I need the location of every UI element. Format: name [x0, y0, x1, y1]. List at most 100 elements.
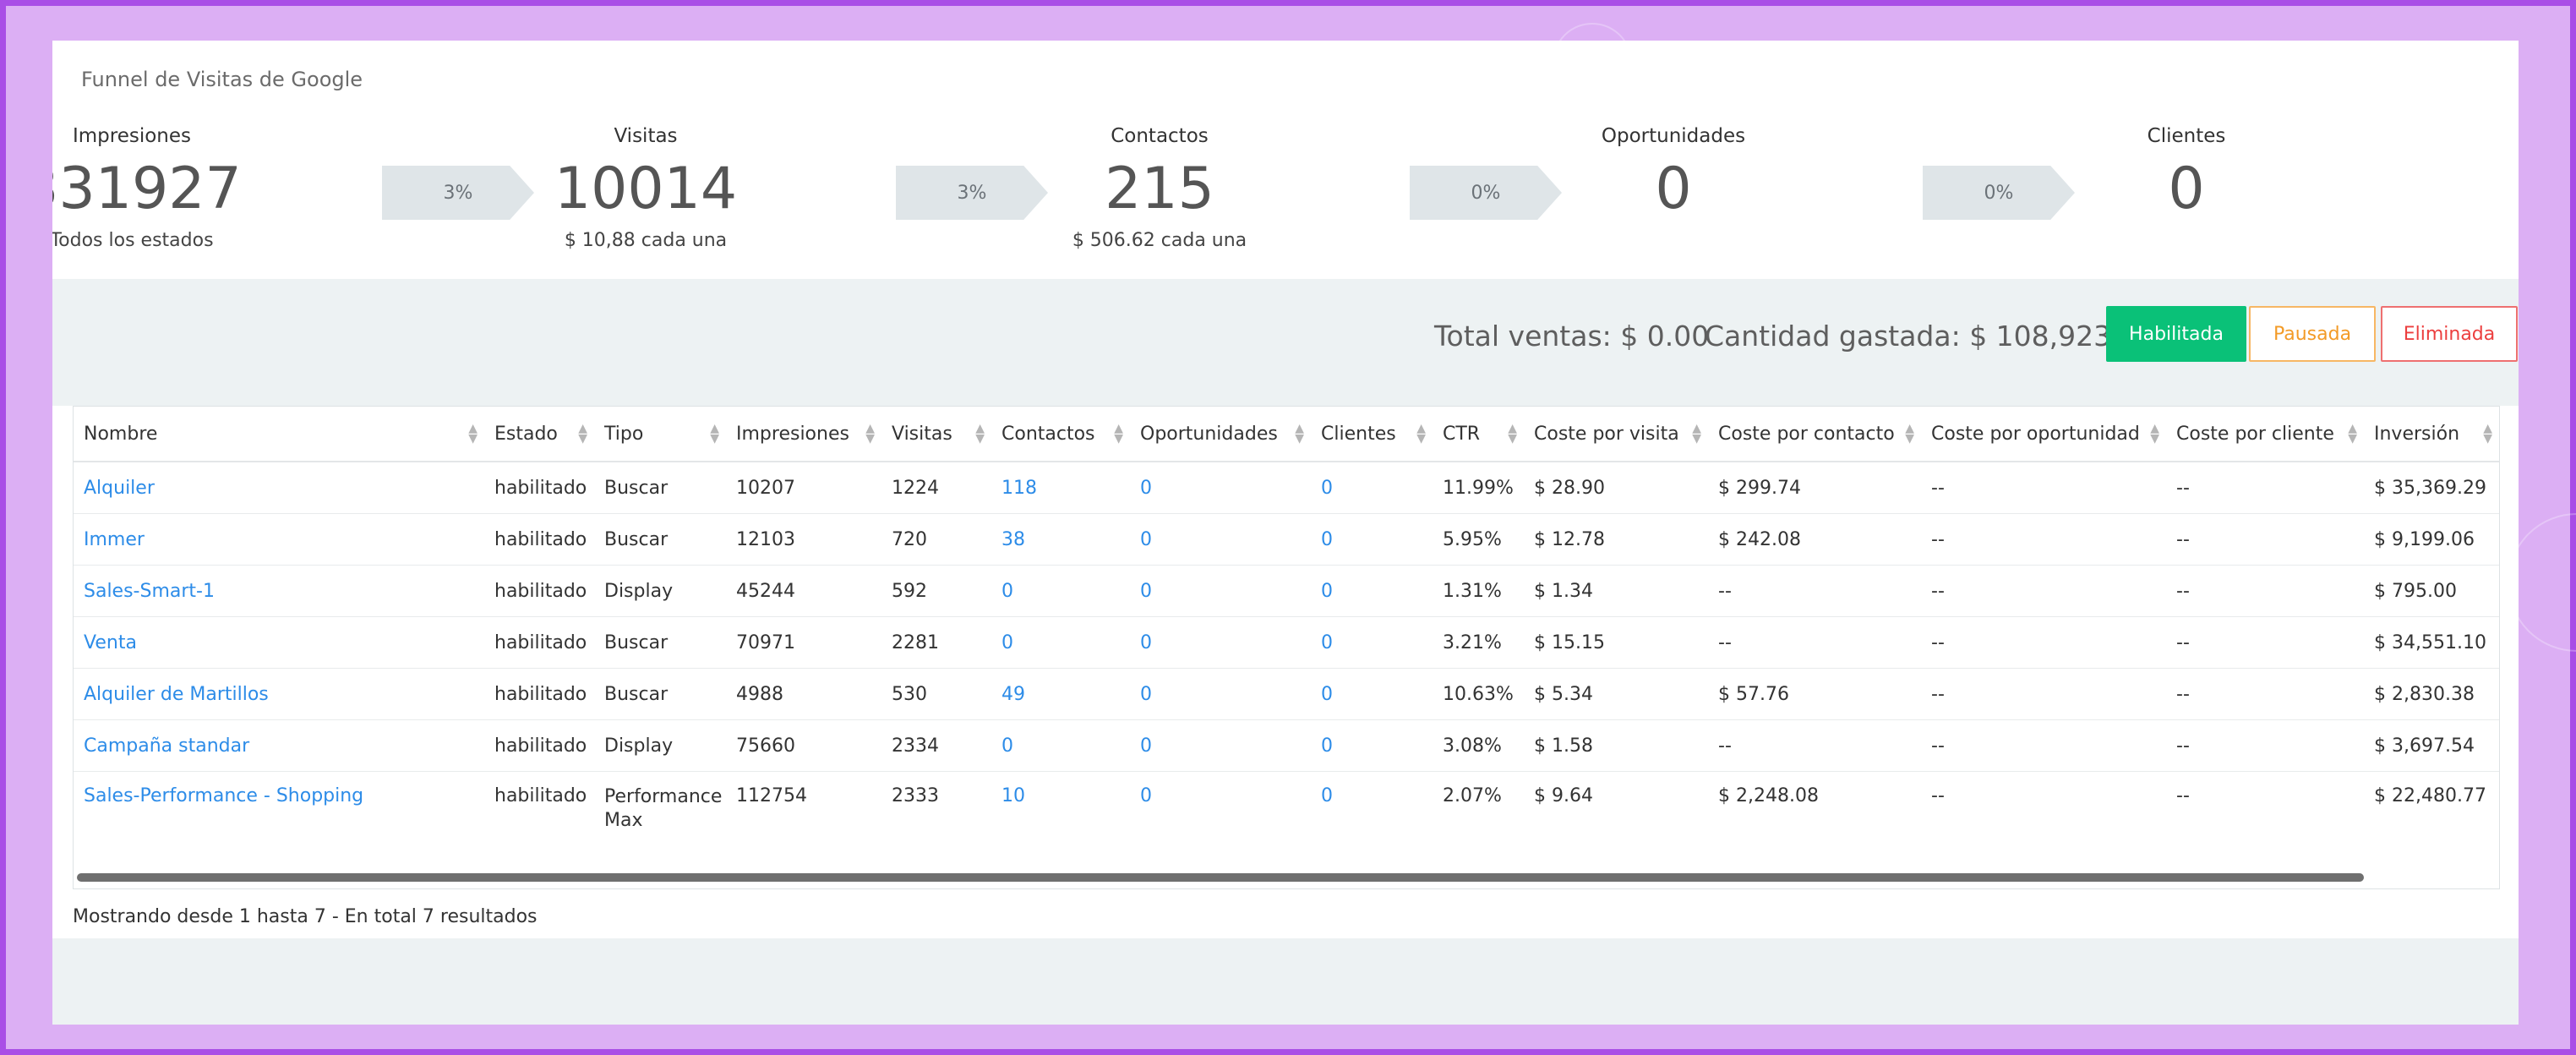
- amount-spent: Cantidad gastada: $ 108,923.14: [1705, 320, 2156, 353]
- filter-paused-button[interactable]: Pausada: [2249, 306, 2376, 362]
- column-header[interactable]: Tipo ▲ ▼: [594, 407, 726, 462]
- ctr-cell: 1.31%: [1433, 565, 1524, 617]
- contacts-link[interactable]: 38: [991, 513, 1130, 566]
- ctr-cell: 3.21%: [1433, 616, 1524, 669]
- filter-enabled-button[interactable]: Habilitada: [2106, 306, 2246, 362]
- column-header[interactable]: CTR ▲ ▼: [1433, 407, 1524, 462]
- clients-link[interactable]: 0: [1311, 719, 1433, 772]
- sort-icon[interactable]: ▲ ▼: [1295, 423, 1304, 445]
- cost-per-contact-cell: $ 242.08: [1708, 513, 1921, 566]
- clients-link[interactable]: 0: [1311, 616, 1433, 669]
- ctr-cell: 2.07%: [1433, 771, 1524, 856]
- table-row: Alquiler habilitado Buscar 10207 1224 11…: [74, 461, 2499, 514]
- sort-icon[interactable]: ▲ ▼: [865, 423, 875, 445]
- total-sales: Total ventas: $ 0.00: [1434, 320, 1710, 353]
- sort-icon[interactable]: ▲ ▼: [2483, 423, 2492, 445]
- cost-per-contact-cell: --: [1708, 719, 1921, 772]
- cost-per-client-cell: --: [2166, 565, 2364, 617]
- opportunities-link[interactable]: 0: [1130, 513, 1311, 566]
- contacts-link[interactable]: 0: [991, 616, 1130, 669]
- cost-per-visit-cell: $ 5.34: [1524, 668, 1708, 720]
- contacts-link[interactable]: 0: [991, 565, 1130, 617]
- column-header[interactable]: Contactos ▲ ▼: [991, 407, 1130, 462]
- campaign-name-link[interactable]: Campaña standar: [74, 719, 484, 772]
- sort-icon[interactable]: ▲ ▼: [2348, 423, 2357, 445]
- opportunities-link[interactable]: 0: [1130, 461, 1311, 514]
- sort-icon[interactable]: ▲ ▼: [1905, 423, 1914, 445]
- column-header[interactable]: Visitas ▲ ▼: [881, 407, 991, 462]
- clients-link[interactable]: 0: [1311, 565, 1433, 617]
- column-header[interactable]: Clientes ▲ ▼: [1311, 407, 1433, 462]
- stage-value: 331927: [52, 156, 242, 222]
- campaign-name-link[interactable]: Sales-Performance - Shopping: [74, 771, 484, 856]
- clients-link[interactable]: 0: [1311, 461, 1433, 514]
- campaign-name-link[interactable]: Sales-Smart-1: [74, 565, 484, 617]
- contacts-link[interactable]: 118: [991, 461, 1130, 514]
- status-cell: habilitado: [484, 616, 594, 669]
- horizontal-scrollbar[interactable]: [74, 870, 2499, 883]
- column-header[interactable]: Coste por oportunidad ▲ ▼: [1921, 407, 2166, 462]
- type-cell: Display: [594, 719, 726, 772]
- column-header[interactable]: Oportunidades ▲ ▼: [1130, 407, 1311, 462]
- campaign-name-link[interactable]: Immer: [74, 513, 484, 566]
- cost-per-opportunity-cell: --: [1921, 668, 2166, 720]
- cost-per-client-cell: --: [2166, 616, 2364, 669]
- impressions-cell: 4988: [726, 668, 881, 720]
- visits-cell: 2334: [881, 719, 991, 772]
- stage-label: Clientes: [2147, 125, 2226, 147]
- investment-cell: $ 3,697.54: [2364, 719, 2499, 772]
- sort-icon[interactable]: ▲ ▼: [1508, 423, 1517, 445]
- clients-link[interactable]: 0: [1311, 513, 1433, 566]
- cost-per-visit-cell: $ 1.34: [1524, 565, 1708, 617]
- scrollbar-thumb[interactable]: [77, 873, 2364, 882]
- opportunities-link[interactable]: 0: [1130, 565, 1311, 617]
- cost-per-opportunity-cell: --: [1921, 719, 2166, 772]
- column-header[interactable]: Coste por cliente ▲ ▼: [2166, 407, 2364, 462]
- campaign-name-link[interactable]: Alquiler: [74, 461, 484, 514]
- contacts-link[interactable]: 49: [991, 668, 1130, 720]
- impressions-cell: 112754: [726, 771, 881, 856]
- column-header[interactable]: Coste por contacto ▲ ▼: [1708, 407, 1921, 462]
- results-summary: Mostrando desde 1 hasta 7 - En total 7 r…: [73, 906, 538, 927]
- stage-label: Impresiones: [72, 125, 192, 147]
- clients-link[interactable]: 0: [1311, 668, 1433, 720]
- contacts-link[interactable]: 10: [991, 771, 1130, 856]
- cost-per-visit-cell: $ 9.64: [1524, 771, 1708, 856]
- type-cell: Display: [594, 565, 726, 617]
- campaign-name-link[interactable]: Alquiler de Martillos: [74, 668, 484, 720]
- ctr-cell: 5.95%: [1433, 513, 1524, 566]
- stage-label: Contactos: [1111, 125, 1209, 147]
- ctr-cell: 3.08%: [1433, 719, 1524, 772]
- sort-icon[interactable]: ▲ ▼: [1416, 423, 1426, 445]
- column-header[interactable]: Coste por visita ▲ ▼: [1524, 407, 1708, 462]
- cost-per-contact-cell: $ 2,248.08: [1708, 771, 1921, 856]
- sort-icon[interactable]: ▲ ▼: [975, 423, 985, 445]
- sort-icon[interactable]: ▲ ▼: [1114, 423, 1123, 445]
- table-header-row: Nombre ▲ ▼ Estado ▲ ▼ Tipo ▲ ▼ Impresiones ▲ ▼ V…: [74, 407, 2499, 462]
- funnel-stage-impresiones: Impresiones 331927 Todos los estados: [52, 125, 292, 251]
- cost-per-client-cell: --: [2166, 719, 2364, 772]
- sort-icon[interactable]: ▲ ▼: [1692, 423, 1701, 445]
- opportunities-link[interactable]: 0: [1130, 668, 1311, 720]
- table-row: Campaña standar habilitado Display 75660…: [74, 719, 2499, 772]
- funnel-stage-contactos: Contactos 215 $ 506.62 cada una: [999, 125, 1320, 251]
- contacts-link[interactable]: 0: [991, 719, 1130, 772]
- sort-icon[interactable]: ▲ ▼: [468, 423, 478, 445]
- sort-icon[interactable]: ▲ ▼: [710, 423, 719, 445]
- column-header[interactable]: Inversión ▲ ▼: [2364, 407, 2499, 462]
- column-header[interactable]: Estado ▲ ▼: [484, 407, 594, 462]
- opportunities-link[interactable]: 0: [1130, 616, 1311, 669]
- opportunities-link[interactable]: 0: [1130, 771, 1311, 856]
- type-cell: Buscar: [594, 616, 726, 669]
- sort-icon[interactable]: ▲ ▼: [2150, 423, 2159, 445]
- cost-per-contact-cell: $ 57.76: [1708, 668, 1921, 720]
- clients-link[interactable]: 0: [1311, 771, 1433, 856]
- opportunities-link[interactable]: 0: [1130, 719, 1311, 772]
- column-header[interactable]: Impresiones ▲ ▼: [726, 407, 881, 462]
- campaign-name-link[interactable]: Venta: [74, 616, 484, 669]
- filter-deleted-button[interactable]: Eliminada: [2381, 306, 2518, 362]
- status-cell: habilitado: [484, 565, 594, 617]
- sort-icon[interactable]: ▲ ▼: [578, 423, 587, 445]
- column-header[interactable]: Nombre ▲ ▼: [74, 407, 484, 462]
- stage-subtext: $ 10,88 cada una: [564, 230, 728, 251]
